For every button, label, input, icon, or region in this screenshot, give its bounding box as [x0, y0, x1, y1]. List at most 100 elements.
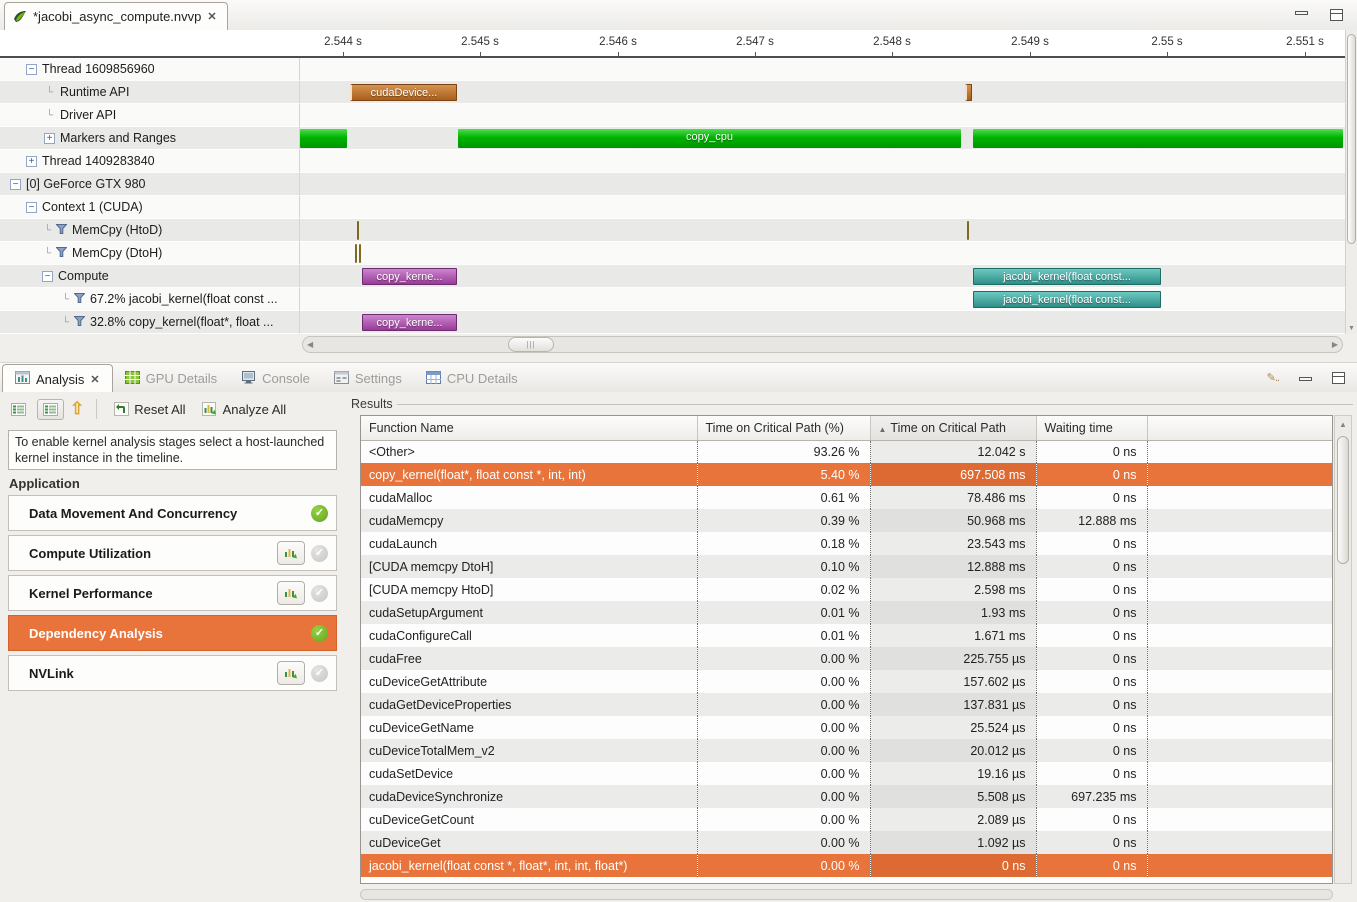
timeline-row[interactable]: −Compute copy_kerne... jacobi_kernel(float… [0, 265, 1345, 288]
expand-expander-icon[interactable]: + [26, 156, 37, 167]
timeline-bar-kernel-copy[interactable]: copy_kerne... [362, 268, 457, 285]
table-row[interactable]: cudaSetupArgument0.01 %1.93 ms0 ns [361, 601, 1332, 624]
timeline-bar-memcpy[interactable] [357, 221, 359, 240]
table-row[interactable]: copy_kernel(float*, float const *, int, … [361, 463, 1332, 486]
timeline-lane[interactable]: copy_cpu [300, 127, 1345, 150]
export-pdf-icon[interactable] [6, 400, 31, 419]
timeline-tree-cell[interactable]: └Driver API [0, 104, 300, 127]
filter-icon[interactable] [56, 223, 67, 237]
timeline-tree-cell[interactable]: −Thread 1609856960 [0, 58, 300, 81]
panel-maximize-icon[interactable] [1332, 372, 1345, 384]
timeline-lane[interactable]: jacobi_kernel(float const... [300, 288, 1345, 311]
results-hscrollbar[interactable] [360, 889, 1333, 900]
stage-card-data-movement-and-concurrency[interactable]: Data Movement And Concurrency✓ [8, 495, 337, 531]
editor-tab-close-icon[interactable]: ✕ [207, 10, 216, 23]
timeline-row[interactable]: └Driver API [0, 104, 1345, 127]
table-row[interactable]: cuDeviceGetCount0.00 %2.089 µs0 ns [361, 808, 1332, 831]
timeline-bar-kernel-jacobi[interactable]: jacobi_kernel(float const... [973, 268, 1161, 285]
timeline-hscrollbar-thumb[interactable]: ||| [508, 337, 554, 352]
panel-tab-analysis[interactable]: Analysis✕ [2, 364, 113, 393]
timeline-tree-cell[interactable]: └67.2% jacobi_kernel(float const ... [0, 288, 300, 311]
timeline-lane[interactable] [300, 173, 1345, 196]
scroll-left-icon[interactable]: ◀ [307, 340, 313, 349]
scroll-down-icon[interactable]: ▼ [1348, 325, 1355, 332]
timeline-lane[interactable] [300, 242, 1345, 265]
timeline-bar-range[interactable] [300, 129, 347, 148]
table-row[interactable]: cudaSetDevice0.00 %19.16 µs0 ns [361, 762, 1332, 785]
timeline-tree-cell[interactable]: └MemCpy (HtoD) [0, 219, 300, 242]
timeline-tree-cell[interactable]: └Runtime API [0, 81, 300, 104]
results-vscrollbar[interactable]: ▲ [1334, 415, 1352, 884]
timeline-row[interactable]: └67.2% jacobi_kernel(float const ... jaco… [0, 288, 1345, 311]
column-header-time-on-critical-path-[interactable]: Time on Critical Path (%) [697, 416, 870, 440]
timeline-bar-kernel-jacobi[interactable]: jacobi_kernel(float const... [973, 291, 1161, 308]
column-header-time-on-critical-path[interactable]: ▲Time on Critical Path [870, 416, 1036, 440]
table-row[interactable]: cudaMemcpy0.39 %50.968 ms12.888 ms [361, 509, 1332, 532]
timeline-lane[interactable] [300, 150, 1345, 173]
stage-card-dependency-analysis[interactable]: Dependency Analysis✓ [8, 615, 337, 651]
filter-icon[interactable] [74, 315, 85, 329]
expand-expander-icon[interactable]: + [44, 133, 55, 144]
timeline-bar-kernel-copy[interactable]: copy_kerne... [362, 314, 457, 331]
column-header-function-name[interactable]: Function Name [361, 416, 697, 440]
timeline-row[interactable]: └MemCpy (HtoD) [0, 219, 1345, 242]
panel-tab-console[interactable]: Console [229, 364, 322, 393]
stage-card-kernel-performance[interactable]: Kernel Performance✓ [8, 575, 337, 611]
timeline-tree-cell[interactable]: −Compute [0, 265, 300, 288]
timeline-row[interactable]: └MemCpy (DtoH) [0, 242, 1345, 265]
panel-tab-gpu-details[interactable]: GPU Details [113, 364, 230, 393]
filter-icon[interactable] [74, 292, 85, 306]
timeline-bar-memcpy[interactable] [967, 221, 969, 240]
timeline-row[interactable]: +Thread 1409283840 [0, 150, 1345, 173]
stage-card-compute-utilization[interactable]: Compute Utilization✓ [8, 535, 337, 571]
timeline-bar-memcpy[interactable] [355, 244, 357, 263]
scroll-right-icon[interactable]: ▶ [1332, 340, 1338, 349]
table-row[interactable]: <Other>93.26 %12.042 s0 ns [361, 440, 1332, 463]
timeline-lane[interactable] [300, 58, 1345, 81]
timeline-tree-cell[interactable]: +Markers and Ranges [0, 127, 300, 150]
analyze-all-button[interactable]: Analyze All [197, 399, 292, 420]
scroll-up-icon[interactable]: ▲ [1339, 420, 1347, 429]
timeline-bar-range[interactable]: copy_cpu [458, 129, 961, 148]
table-row[interactable]: [CUDA memcpy HtoD]0.02 %2.598 ms0 ns [361, 578, 1332, 601]
timeline-lane[interactable] [300, 104, 1345, 127]
table-row[interactable]: cudaLaunch0.18 %23.543 ms0 ns [361, 532, 1332, 555]
timeline-tree-cell[interactable]: └32.8% copy_kernel(float*, float ... [0, 311, 300, 334]
reset-all-button[interactable]: Reset All [109, 399, 190, 420]
minimize-icon[interactable] [1295, 11, 1308, 15]
table-row[interactable]: cudaConfigureCall0.01 %1.671 ms0 ns [361, 624, 1332, 647]
collapse-expander-icon[interactable]: − [42, 271, 53, 282]
table-row[interactable]: cuDeviceGet0.00 %1.092 µs0 ns [361, 831, 1332, 854]
timeline-lane[interactable]: copy_kerne... jacobi_kernel(float const..… [300, 265, 1345, 288]
timeline-bar-runtime[interactable]: cudaDevice... [350, 84, 457, 101]
stage-analyze-button[interactable] [277, 581, 305, 605]
table-row[interactable]: jacobi_kernel(float const *, float*, int… [361, 854, 1332, 877]
view-menu-icon[interactable]: ✎.. [1267, 371, 1279, 384]
timeline-hscrollbar[interactable]: ◀ ||| ▶ [300, 334, 1345, 356]
editor-tab[interactable]: *jacobi_async_compute.nvvp ✕ [4, 2, 228, 30]
timeline-ruler-canvas[interactable]: 2.544 s2.545 s2.546 s2.547 s2.548 s2.549… [300, 30, 1345, 56]
panel-minimize-icon[interactable] [1299, 377, 1312, 381]
table-row[interactable]: cudaFree0.00 %225.755 µs0 ns [361, 647, 1332, 670]
table-row[interactable]: cudaGetDeviceProperties0.00 %137.831 µs0… [361, 693, 1332, 716]
panel-tab-close-icon[interactable]: ✕ [90, 373, 99, 386]
timeline-bar-runtime[interactable] [965, 84, 972, 101]
column-header-waiting-time[interactable]: Waiting time [1036, 416, 1147, 440]
table-row[interactable]: [CUDA memcpy DtoH]0.10 %12.888 ms0 ns [361, 555, 1332, 578]
timeline-row[interactable]: −Thread 1609856960 [0, 58, 1345, 81]
maximize-icon[interactable] [1330, 9, 1343, 21]
timeline-hscrollbar-track[interactable]: ◀ ||| ▶ [302, 336, 1343, 353]
timeline-row[interactable]: └Runtime API cudaDevice... [0, 81, 1345, 104]
timeline-tree-cell[interactable]: −[0] GeForce GTX 980 [0, 173, 300, 196]
timeline-row[interactable]: −[0] GeForce GTX 980 [0, 173, 1345, 196]
timeline-lane[interactable]: cudaDevice... [300, 81, 1345, 104]
timeline-row[interactable]: └32.8% copy_kernel(float*, float ... copy… [0, 311, 1345, 334]
collapse-expander-icon[interactable]: − [26, 64, 37, 75]
timeline-row[interactable]: −Context 1 (CUDA) [0, 196, 1345, 219]
timeline-bar-range[interactable] [973, 129, 1343, 148]
timeline-row[interactable]: +Markers and Ranges copy_cpu [0, 127, 1345, 150]
timeline-lane[interactable] [300, 219, 1345, 242]
stage-analyze-button[interactable] [277, 541, 305, 565]
collapse-expander-icon[interactable]: − [26, 202, 37, 213]
stage-list-toggle-icon[interactable] [37, 399, 64, 420]
